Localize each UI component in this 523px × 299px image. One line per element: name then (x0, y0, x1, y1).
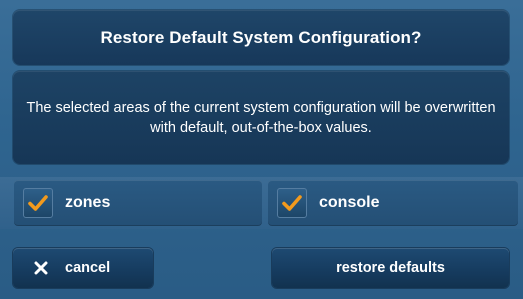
option-zones[interactable]: zones (14, 180, 262, 226)
restore-defaults-label: restore defaults (336, 260, 445, 276)
console-label: console (319, 194, 380, 211)
option-console[interactable]: console (268, 180, 518, 226)
checkmark-icon (282, 195, 302, 211)
checkmark-icon (28, 195, 48, 211)
cancel-button[interactable]: cancel (13, 248, 153, 288)
dialog-message-panel: The selected areas of the current system… (13, 71, 509, 164)
dialog-title: Restore Default System Configuration? (100, 27, 422, 47)
dialog-title-panel: Restore Default System Configuration? (13, 10, 509, 65)
console-checkbox[interactable] (277, 188, 307, 218)
zones-label: zones (65, 194, 111, 211)
restore-defaults-button[interactable]: restore defaults (272, 248, 509, 288)
dialog-message: The selected areas of the current system… (26, 99, 496, 136)
close-icon (32, 259, 50, 277)
cancel-button-label: cancel (65, 260, 111, 276)
zones-checkbox[interactable] (23, 188, 53, 218)
